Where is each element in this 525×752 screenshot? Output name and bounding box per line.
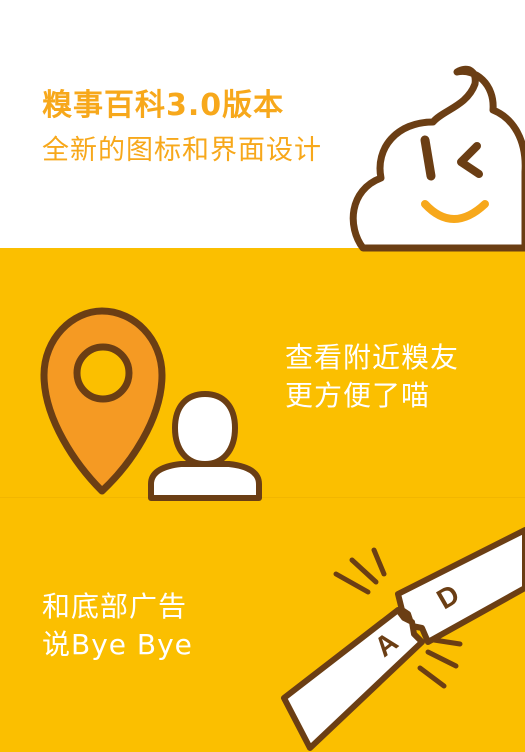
nearby-feature-text: 查看附近糗友 更方便了喵 [285,339,459,415]
no-ads-line-2: 说Bye Bye [42,628,193,661]
nearby-line-2: 更方便了喵 [285,379,431,412]
page-subtitle: 全新的图标和界面设计 [42,135,322,166]
promo-page: 糗事百科3.0版本 全新的图标和界面设计 查看附近糗友 更方便了喵 和底部广告 … [0,0,525,752]
no-ads-feature-text: 和底部广告 说Bye Bye [42,588,193,664]
no-ads-line-1: 和底部广告 [42,590,188,623]
user-icon [148,390,262,501]
nearby-line-1: 查看附近糗友 [285,341,460,374]
broken-ad-ribbon-icon: A D [281,527,525,751]
poop-mascot-icon [349,65,525,252]
page-title: 糗事百科3.0版本 [42,88,285,123]
